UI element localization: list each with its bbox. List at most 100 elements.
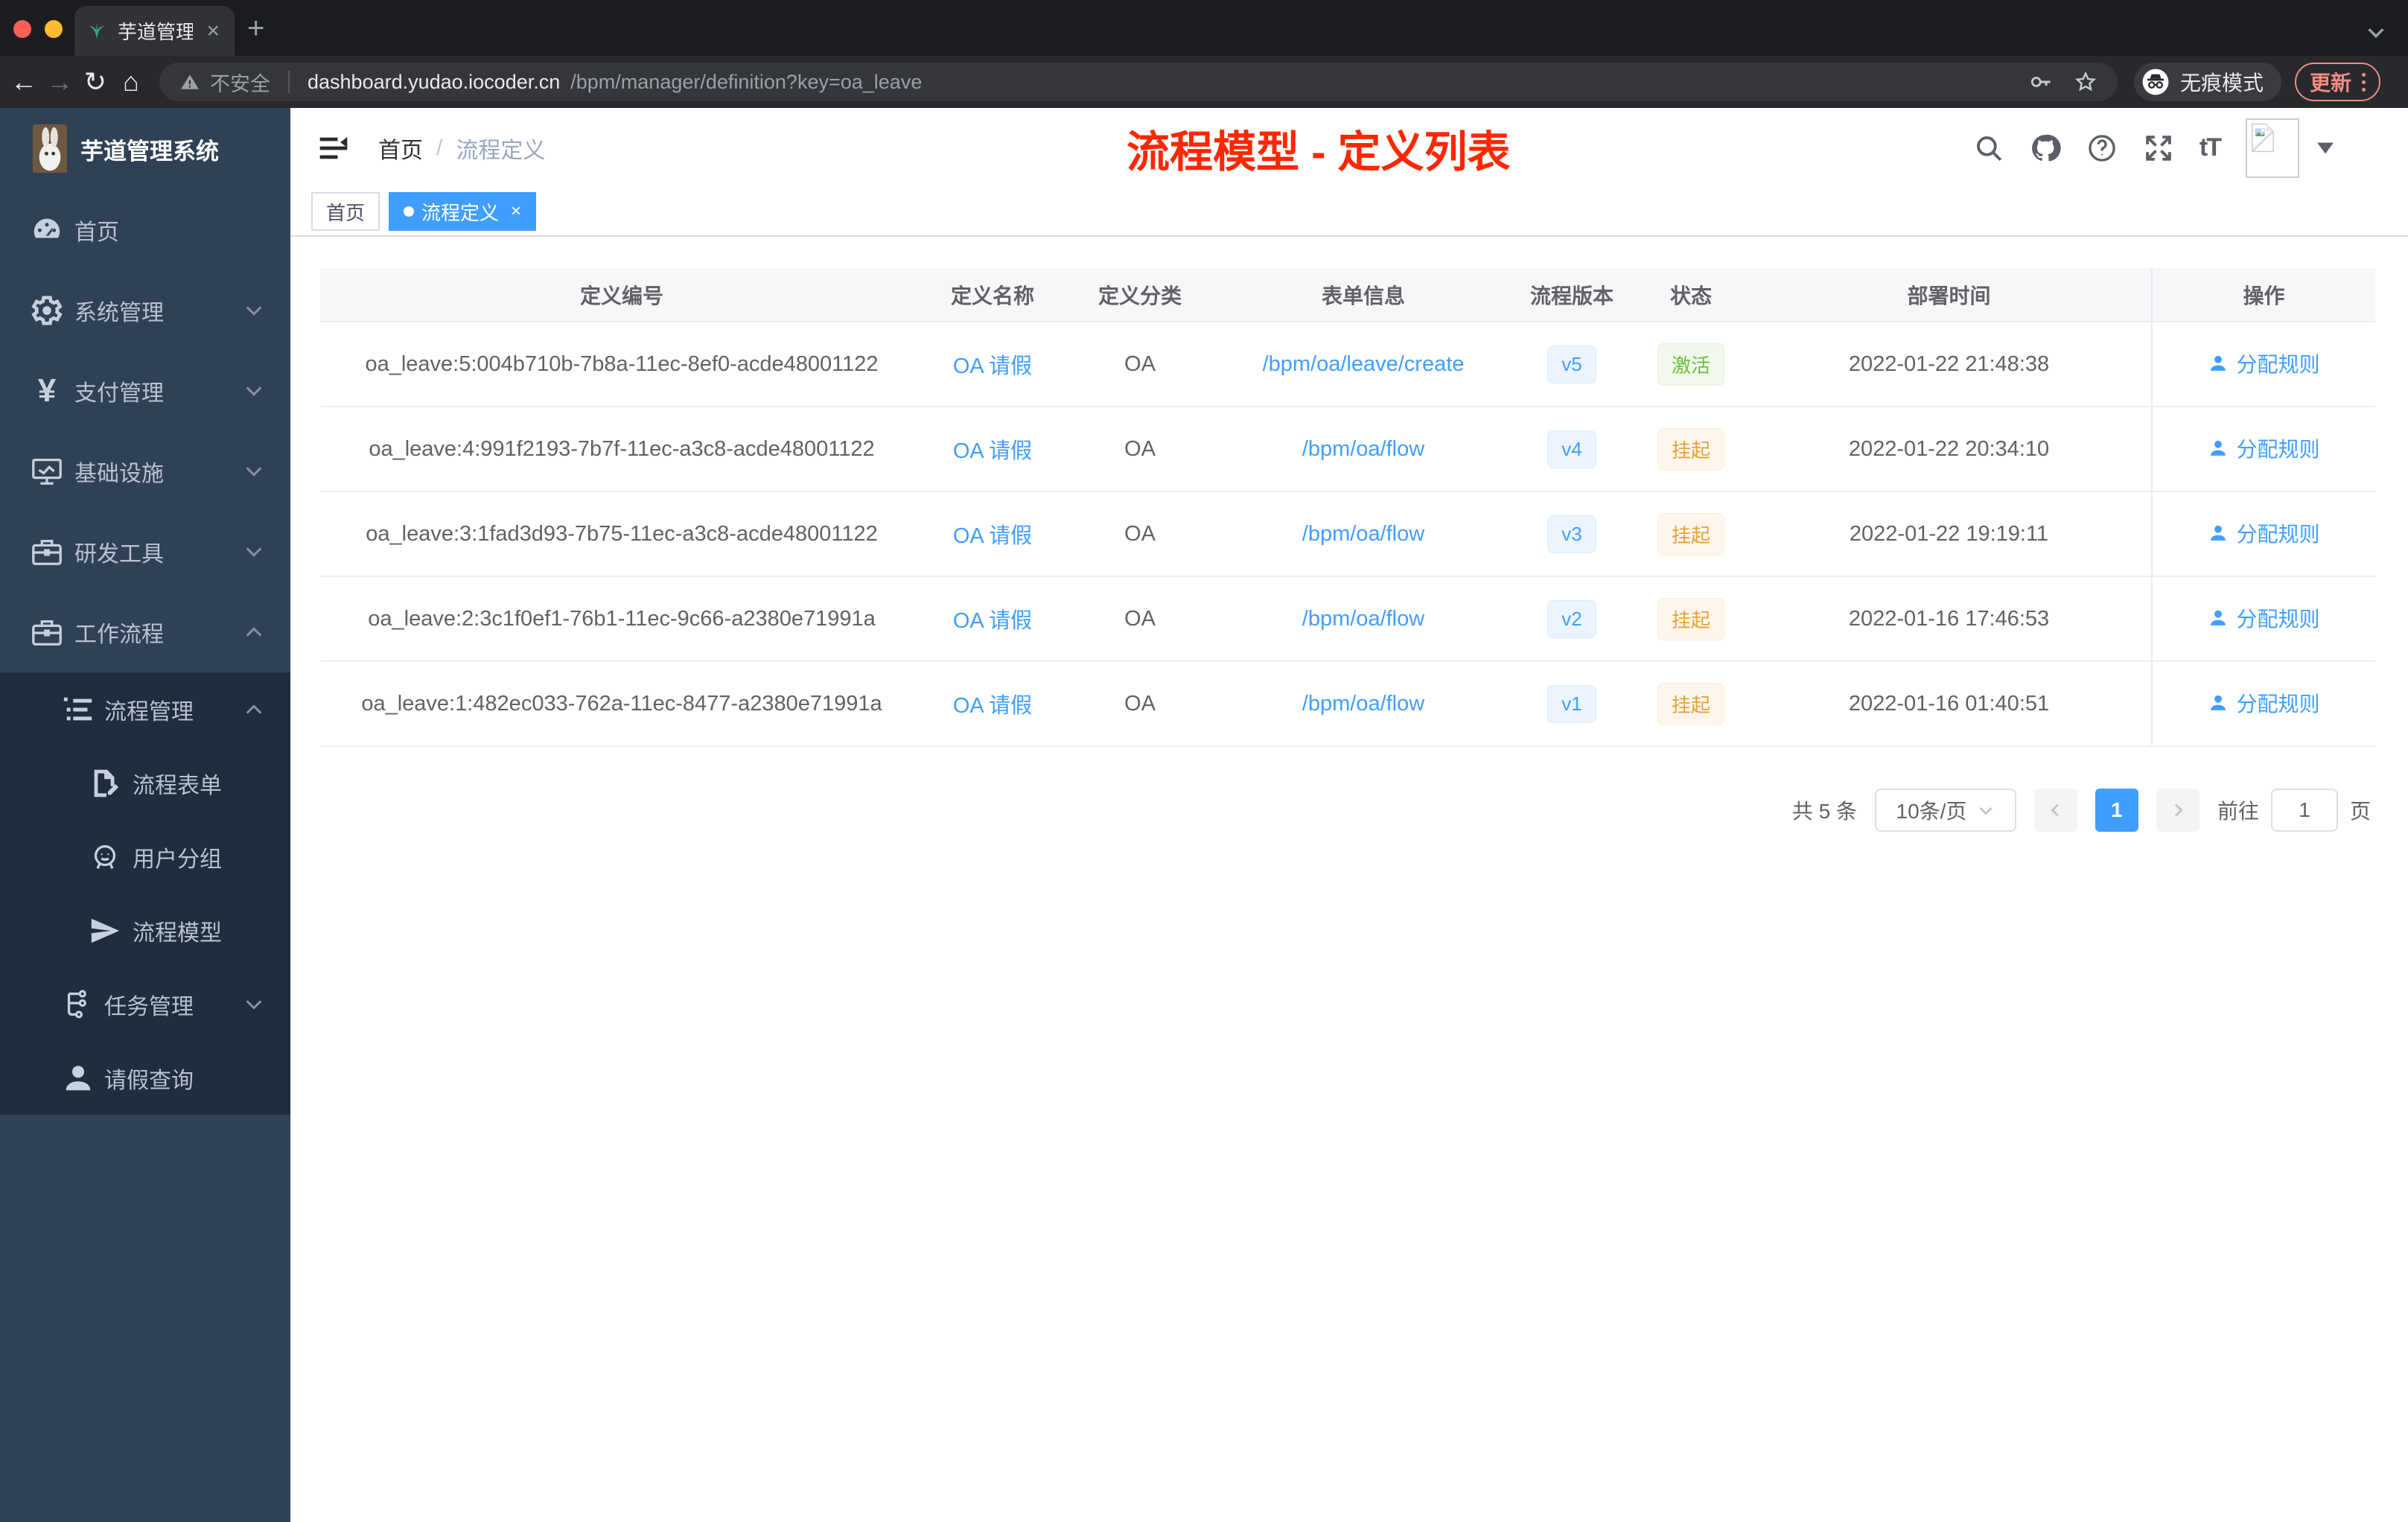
sidebar-item-研发工具[interactable]: 研发工具: [0, 512, 290, 592]
cell-status: 激活: [1635, 322, 1747, 407]
font-size-icon[interactable]: tT: [2200, 133, 2222, 162]
chevron-left-icon: [2051, 803, 2060, 817]
cell-actions: 分配规则: [2151, 407, 2375, 492]
window-close-button[interactable]: [13, 20, 31, 38]
sidebar-logo-row[interactable]: 芋道管理系统: [0, 108, 290, 190]
monitor-icon: [30, 454, 64, 488]
cell-deploy-time: 2022-01-22 19:19:11: [1747, 491, 2152, 577]
assign-rule-link[interactable]: 分配规则: [2208, 603, 2320, 633]
sidebar-item-流程表单[interactable]: 流程表单: [0, 746, 290, 820]
form-link[interactable]: /bpm/oa/flow: [1302, 607, 1424, 631]
github-icon[interactable]: [2030, 133, 2061, 164]
window-minimize-button[interactable]: [45, 20, 63, 38]
column-header: 定义编号: [320, 268, 923, 322]
column-header: 定义名称: [923, 268, 1062, 322]
sidebar-item-系统管理[interactable]: 系统管理: [0, 270, 290, 351]
app-logo: [33, 124, 67, 173]
person-icon: [61, 1061, 95, 1095]
page-size-select[interactable]: 10条/页: [1874, 789, 2016, 832]
assign-rule-link[interactable]: 分配规则: [2208, 518, 2320, 548]
definition-name-link[interactable]: OA 请假: [953, 609, 1032, 633]
cell-actions: 分配规则: [2151, 576, 2375, 662]
cell-definition-name: OA 请假: [923, 576, 1062, 662]
version-badge[interactable]: v4: [1547, 430, 1596, 468]
broken-image-icon: [2252, 123, 2274, 152]
form-link[interactable]: /bpm/oa/leave/create: [1263, 352, 1465, 376]
cell-actions: 分配规则: [2151, 491, 2375, 577]
sidebar-item-首页[interactable]: 首页: [0, 190, 290, 270]
chevron-down-icon: [243, 993, 265, 1016]
definition-name-link[interactable]: OA 请假: [953, 439, 1032, 463]
form-link[interactable]: /bpm/oa/flow: [1302, 437, 1424, 461]
url-bar[interactable]: 不安全 dashboard.yudao.iocoder.cn/bpm/manag…: [159, 63, 2118, 101]
browser-toolbar: ← → ↻ ⌂ 不安全 dashboard.yudao.iocoder.cn/b…: [0, 56, 2408, 108]
security-label: 不安全: [210, 72, 270, 95]
version-badge[interactable]: v3: [1547, 515, 1596, 553]
definition-name-link[interactable]: OA 请假: [953, 524, 1032, 548]
sidebar-collapse-icon[interactable]: [317, 132, 350, 165]
sidebar-item-工作流程[interactable]: 工作流程: [0, 592, 290, 672]
avatar[interactable]: [2246, 118, 2299, 178]
version-badge[interactable]: v5: [1547, 345, 1596, 383]
bookmark-star-icon[interactable]: [2074, 71, 2097, 93]
cell-definition-id: oa_leave:5:004b710b-7b8a-11ec-8ef0-acde4…: [320, 322, 923, 407]
search-icon[interactable]: [1973, 133, 2004, 164]
back-button[interactable]: ←: [6, 66, 42, 98]
breadcrumb-current: 流程定义: [456, 138, 546, 163]
status-badge: 挂起: [1657, 682, 1724, 725]
form-link[interactable]: /bpm/oa/flow: [1302, 692, 1424, 716]
cell-version: v4: [1509, 407, 1635, 492]
new-tab-button[interactable]: +: [247, 13, 264, 43]
avatar-caret-icon[interactable]: [2317, 142, 2334, 154]
tab-search-chevron-icon[interactable]: [2365, 21, 2387, 43]
sidebar-item-流程模型[interactable]: 流程模型: [0, 894, 290, 967]
sidebar-item-流程管理[interactable]: 流程管理: [0, 672, 290, 746]
cell-version: v1: [1509, 661, 1635, 747]
browser-tab-strip: 芋道管理系统 × +: [0, 0, 2408, 56]
fullscreen-icon[interactable]: [2143, 133, 2174, 164]
version-badge[interactable]: v1: [1547, 684, 1596, 723]
tab-close-icon[interactable]: ×: [203, 19, 223, 42]
current-page-button[interactable]: 1: [2095, 789, 2138, 832]
table-row: oa_leave:3:1fad3d93-7b75-11ec-a3c8-acde4…: [320, 491, 2375, 577]
sidebar-item-请假查询[interactable]: 请假查询: [0, 1041, 290, 1115]
sidebar-item-任务管理[interactable]: 任务管理: [0, 967, 290, 1041]
sidebar-item-用户分组[interactable]: 用户分组: [0, 820, 290, 894]
browser-tab[interactable]: 芋道管理系统 ×: [74, 6, 235, 56]
password-key-icon[interactable]: [2030, 71, 2052, 93]
reload-button[interactable]: ↻: [77, 66, 113, 98]
chrome-update-button[interactable]: 更新: [2295, 63, 2381, 101]
cell-form-info: /bpm/oa/leave/create: [1218, 322, 1509, 407]
sidebar-item-支付管理[interactable]: ¥ 支付管理: [0, 351, 290, 431]
definition-name-link[interactable]: OA 请假: [953, 694, 1032, 718]
cell-form-info: /bpm/oa/flow: [1218, 661, 1509, 747]
cell-actions: 分配规则: [2151, 661, 2375, 747]
chevron-down-icon: [1979, 807, 1993, 815]
sidebar-item-基础设施[interactable]: 基础设施: [0, 431, 290, 512]
table-row: oa_leave:5:004b710b-7b8a-11ec-8ef0-acde4…: [320, 322, 2375, 407]
cell-form-info: /bpm/oa/flow: [1218, 491, 1509, 577]
next-page-button[interactable]: [2156, 789, 2200, 832]
forward-button[interactable]: →: [42, 66, 77, 98]
assign-rule-link[interactable]: 分配规则: [2208, 688, 2320, 718]
column-header: 操作: [2151, 268, 2375, 322]
assign-rule-link[interactable]: 分配规则: [2208, 433, 2320, 463]
breadcrumb-home[interactable]: 首页: [378, 132, 423, 165]
version-badge[interactable]: v2: [1547, 599, 1596, 638]
tag-首页[interactable]: 首页: [311, 192, 380, 231]
help-icon[interactable]: [2086, 133, 2118, 164]
table-row: oa_leave:1:482ec033-762a-11ec-8477-a2380…: [320, 661, 2375, 747]
cell-form-info: /bpm/oa/flow: [1218, 407, 1509, 492]
browser-menu-icon[interactable]: [2362, 72, 2366, 92]
assign-rule-link[interactable]: 分配规则: [2208, 348, 2320, 378]
tag-流程定义[interactable]: 流程定义 ×: [389, 192, 537, 231]
home-button[interactable]: ⌂: [113, 66, 149, 98]
goto-page-input[interactable]: [2270, 789, 2338, 832]
cell-deploy-time: 2022-01-22 21:48:38: [1747, 322, 2152, 407]
tag-close-icon[interactable]: ×: [511, 201, 521, 222]
cell-status: 挂起: [1635, 491, 1747, 577]
main-area: 首页 / 流程定义 流程模型 - 定义列表 tT 首页 流程定义 × 定义编号 …: [290, 108, 2408, 1522]
definition-name-link[interactable]: OA 请假: [953, 354, 1032, 378]
prev-page-button[interactable]: [2033, 789, 2077, 832]
form-link[interactable]: /bpm/oa/flow: [1302, 522, 1424, 546]
